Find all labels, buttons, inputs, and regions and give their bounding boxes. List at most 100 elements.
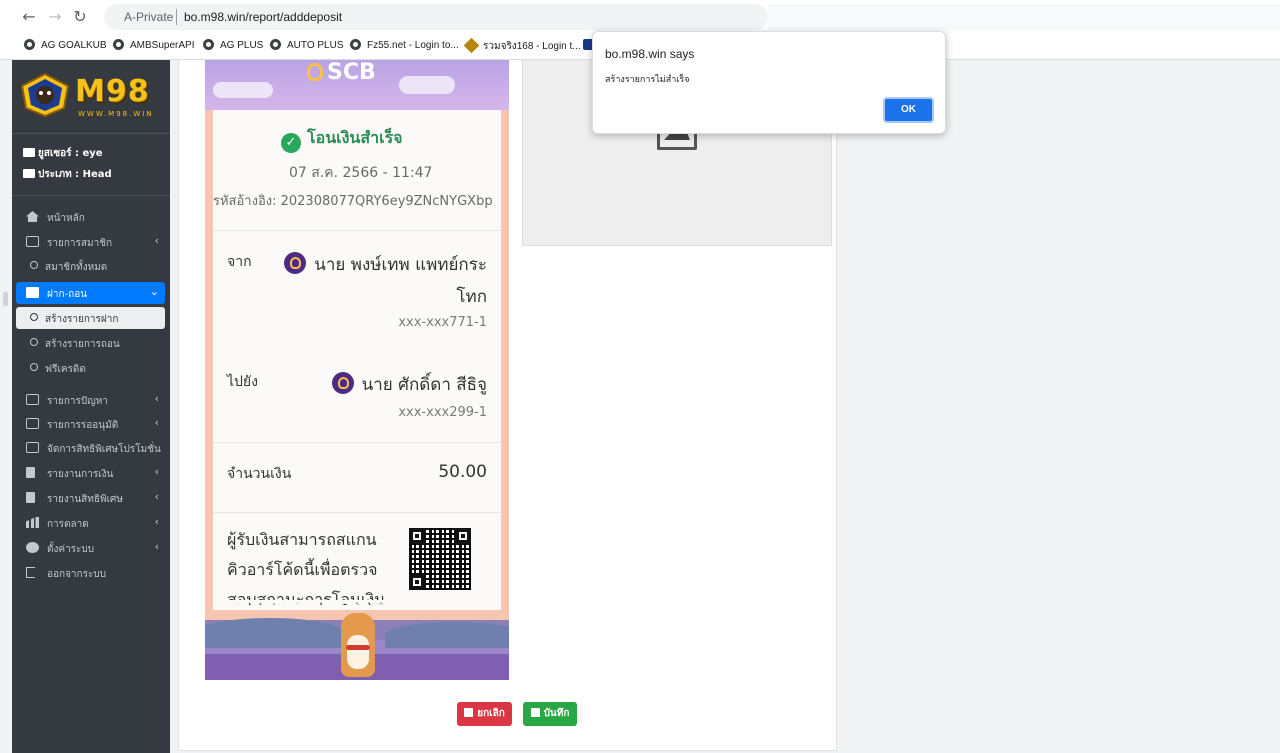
sidebar-item-problems[interactable]: รายการปัญหา ‹ <box>16 389 165 411</box>
file-icon <box>26 492 35 503</box>
bookmark-label: AG PLUS <box>220 40 264 51</box>
back-arrow-icon[interactable]: ← <box>20 8 38 26</box>
sidebar-item-pending[interactable]: รายการรออนุมัติ ‹ <box>16 413 165 435</box>
brand-logo[interactable]: M98 WWW.M98.WIN <box>12 60 170 134</box>
address-bar[interactable]: A-Private bo.m98.win/report/adddeposit <box>104 4 768 30</box>
sidebar-item-free-credit[interactable]: ฟรีเครดิต <box>16 357 165 379</box>
circle-icon <box>30 261 38 269</box>
cancel-button[interactable]: ยกเลิก <box>457 702 512 726</box>
money-icon <box>26 442 39 453</box>
sidebar-item-settings[interactable]: ตั้งค่าระบบ ‹ <box>16 537 165 559</box>
slip-zigzag-edge <box>213 600 501 610</box>
logo-subtext: WWW.M98.WIN <box>78 110 154 118</box>
shiba-mascot <box>341 613 375 677</box>
bookmark-ruamjing168[interactable]: รวมจริง168 - Login t... <box>463 37 581 54</box>
chart-icon <box>26 517 39 528</box>
parties-section: จาก นาย พงษ์เทพ แพทย์กระ โทก xxx-xxx771-… <box>213 230 501 442</box>
to-label: ไปยัง <box>227 374 258 390</box>
bank-name: SCB <box>327 60 376 85</box>
toolbar-strip <box>768 4 1280 30</box>
logo-text: M98 <box>75 74 150 109</box>
scb-logo: SCB <box>307 60 376 85</box>
bookmark-auto-plus[interactable]: AUTO PLUS <box>270 39 344 51</box>
sidebar-item-deposit-withdraw[interactable]: ฝาก-ถอน ⌄ <box>16 282 165 304</box>
browser-toolbar: ← → ↻ A-Private bo.m98.win/report/adddep… <box>0 0 1280 34</box>
slip-header: SCB <box>205 60 509 110</box>
bookmark-ambsuperapi[interactable]: AMBSuperAPI <box>113 39 194 51</box>
sidebar-item-label: จัดการสิทธิพิเศษโปรโมชั่น <box>47 444 161 455</box>
slip-paper: ✓ โอนเงินสำเร็จ 07 ส.ค. 2566 - 11:47 รหัส… <box>213 110 501 610</box>
chevron-left-icon: ‹ <box>154 515 159 528</box>
sidebar-item-create-withdraw[interactable]: สร้างรายการถอน <box>16 332 165 354</box>
bookmark-label: Fz55.net - Login to... <box>367 40 459 51</box>
sidebar-item-label: รายการรออนุมัติ <box>47 420 119 431</box>
site-favicon <box>463 37 480 54</box>
transfer-datetime: 07 ส.ค. 2566 - 11:47 <box>289 165 433 181</box>
circle-icon <box>30 363 38 371</box>
bookmark-label: AMBSuperAPI <box>130 40 195 51</box>
scb-logo-icon <box>307 63 323 81</box>
hill-shape <box>205 618 345 648</box>
chevron-left-icon: ‹ <box>154 392 159 405</box>
money-icon <box>26 394 39 405</box>
sidebar-item-privilege-report[interactable]: รายงานสิทธิพิเศษ ‹ <box>16 487 165 509</box>
scb-bank-icon <box>284 252 307 274</box>
from-name-line-1: นาย พงษ์เทพ แพทย์กระ <box>314 255 487 275</box>
chevron-left-icon: ‹ <box>154 490 159 503</box>
transfer-reference: รหัสอ้างอิง: 202308077QRY6ey9ZNcNYGXbp <box>213 194 493 209</box>
chevron-left-icon: ‹ <box>154 234 159 247</box>
sidebar-item-members[interactable]: รายการสมาชิก ‹ <box>16 231 165 253</box>
bookmark-ag-plus[interactable]: AG PLUS <box>203 39 263 51</box>
amount-label: จำนวนเงิน <box>227 466 292 482</box>
qr-text-line-2: คิวอาร์โค้ดนี้เพื่อตรวจ <box>227 560 378 579</box>
forward-arrow-icon[interactable]: → <box>46 8 64 26</box>
to-name: นาย ศักดิ์ดา สีธิจู <box>331 371 487 398</box>
qr-text-line-1: ผู้รับเงินสามารถสแกน <box>227 530 377 549</box>
dialog-ok-button[interactable]: OK <box>883 97 934 123</box>
chevron-left-icon: ‹ <box>154 416 159 429</box>
sidebar-item-marketing[interactable]: การตลาด ‹ <box>16 512 165 534</box>
sidebar-item-label: หน้าหลัก <box>47 213 85 224</box>
transfer-status: ✓ โอนเงินสำเร็จ <box>281 126 403 153</box>
circle-icon <box>30 338 38 346</box>
globe-icon <box>113 39 124 50</box>
sidebar-item-create-deposit[interactable]: สร้างรายการฝาก <box>16 307 165 329</box>
sidebar-item-finance-report[interactable]: รายงานการเงิน ‹ <box>16 462 165 484</box>
globe-icon <box>24 39 35 50</box>
role-label: ประเภท : Head <box>38 169 112 180</box>
box-icon <box>26 287 39 298</box>
sidebar-item-home[interactable]: หน้าหลัก <box>16 206 165 228</box>
sidebar: M98 WWW.M98.WIN ยูสเซอร์ : eye ประเภท : … <box>12 60 170 753</box>
gear-icon <box>26 542 39 553</box>
sidebar-item-promotions[interactable]: จัดการสิทธิพิเศษโปรโมชั่น <box>16 437 165 459</box>
reload-icon[interactable]: ↻ <box>71 8 89 26</box>
url-text: bo.m98.win/report/adddeposit <box>184 10 343 24</box>
bookmark-ag-goalkub[interactable]: AG GOALKUB <box>24 39 107 51</box>
resize-handle[interactable] <box>3 292 8 306</box>
to-account: xxx-xxx299-1 <box>398 405 487 420</box>
bookmark-fz55[interactable]: Fz55.net - Login to... <box>350 39 459 51</box>
sidebar-item-label: ฟรีเครดิต <box>45 364 86 375</box>
id-card-icon <box>26 236 39 247</box>
alert-dialog: bo.m98.win says สร้างรายการไม่สำเร็จ OK <box>592 31 946 134</box>
globe-icon <box>203 39 214 50</box>
deposit-form-card: SCB ✓ โอนเงินสำเร็จ 07 ส.ค. 2566 - 11:47 … <box>178 60 837 751</box>
transfer-slip-image: SCB ✓ โอนเงินสำเร็จ 07 ส.ค. 2566 - 11:47 … <box>205 60 509 680</box>
user-label: ยูสเซอร์ : eye <box>38 148 103 159</box>
sidebar-item-logout[interactable]: ออกจากระบบ <box>16 562 165 584</box>
id-card-icon <box>23 148 35 157</box>
sidebar-item-label: รายงานการเงิน <box>47 469 114 480</box>
qr-finder <box>409 528 425 544</box>
globe-icon <box>350 39 361 50</box>
sidebar-item-label: รายการสมาชิก <box>47 238 113 249</box>
save-button[interactable]: บันทึก <box>523 702 577 726</box>
amount-value: 50.00 <box>438 462 487 482</box>
circle-icon <box>30 313 38 321</box>
from-label: จาก <box>227 254 252 270</box>
chevron-left-icon: ‹ <box>154 540 159 553</box>
bookmark-label: รวมจริง168 - Login t... <box>483 41 581 52</box>
role-row: ประเภท : Head <box>23 167 112 182</box>
sidebar-item-label: รายการปัญหา <box>47 396 108 407</box>
qr-finder <box>455 528 471 544</box>
sidebar-item-all-members[interactable]: สมาชิกทั้งหมด <box>16 255 165 277</box>
